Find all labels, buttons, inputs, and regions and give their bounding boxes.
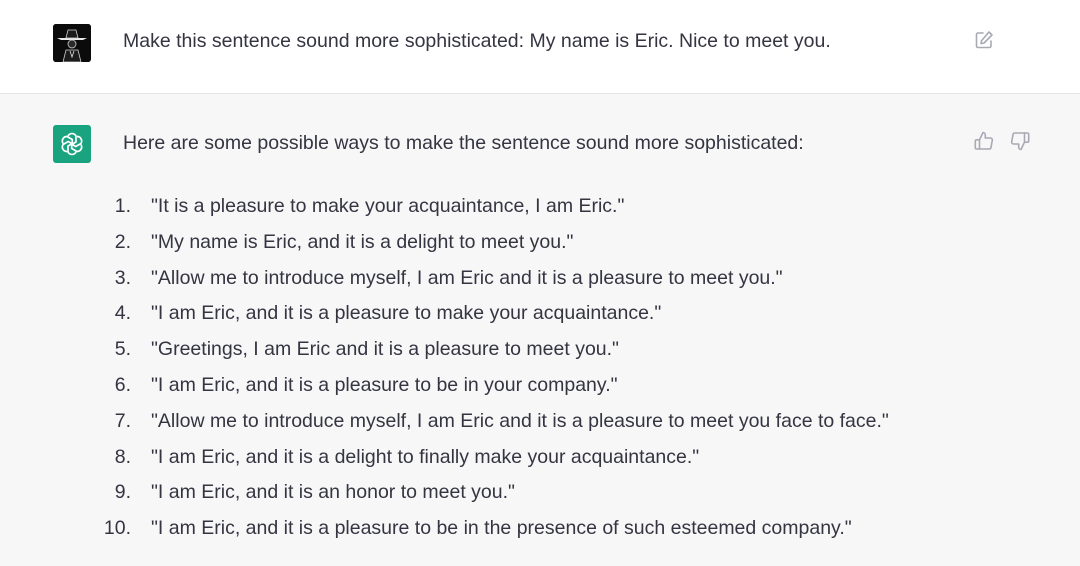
assistant-avatar [53,125,91,163]
hooded-figure-avatar-icon [53,24,91,62]
item-number: 5. [114,338,131,361]
item-number: 6. [114,373,131,396]
item-text: "I am Eric, and it is a pleasure to make… [151,302,662,325]
item-number: 2. [114,230,131,253]
item-text: "I am Eric, and it is an honor to meet y… [151,481,515,504]
item-text: "My name is Eric, and it is a delight to… [151,230,574,253]
thumbs-down-icon[interactable] [1009,130,1031,152]
item-number: 7. [114,409,131,432]
openai-logo-icon [61,132,83,156]
item-number: 4. [114,302,131,325]
assistant-message-row: Here are some possible ways to make the … [0,94,1080,566]
item-number: 3. [114,266,131,289]
user-message-row: Make this sentence sound more sophistica… [0,0,1080,94]
item-text: "I am Eric, and it is a pleasure to be i… [151,517,852,540]
item-text: "It is a pleasure to make your acquainta… [151,195,625,217]
item-text: "Greetings, I am Eric and it is a pleasu… [151,338,619,361]
edit-icon[interactable] [974,30,994,50]
user-message-text: Make this sentence sound more sophistica… [123,30,831,52]
item-number: 10. [103,517,131,540]
item-number: 8. [114,445,131,468]
item-text: "Allow me to introduce myself, I am Eric… [151,409,889,432]
item-text: "I am Eric, and it is a delight to final… [151,445,700,468]
thumbs-up-icon[interactable] [973,130,995,152]
item-number: 9. [114,481,131,504]
item-text: "Allow me to introduce myself, I am Eric… [151,266,783,289]
assistant-intro-text: Here are some possible ways to make the … [123,132,804,154]
item-text: "I am Eric, and it is a pleasure to be i… [151,373,618,396]
chat-page: Make this sentence sound more sophistica… [0,0,1080,566]
item-number: 1. [114,195,131,217]
user-avatar [53,24,91,62]
